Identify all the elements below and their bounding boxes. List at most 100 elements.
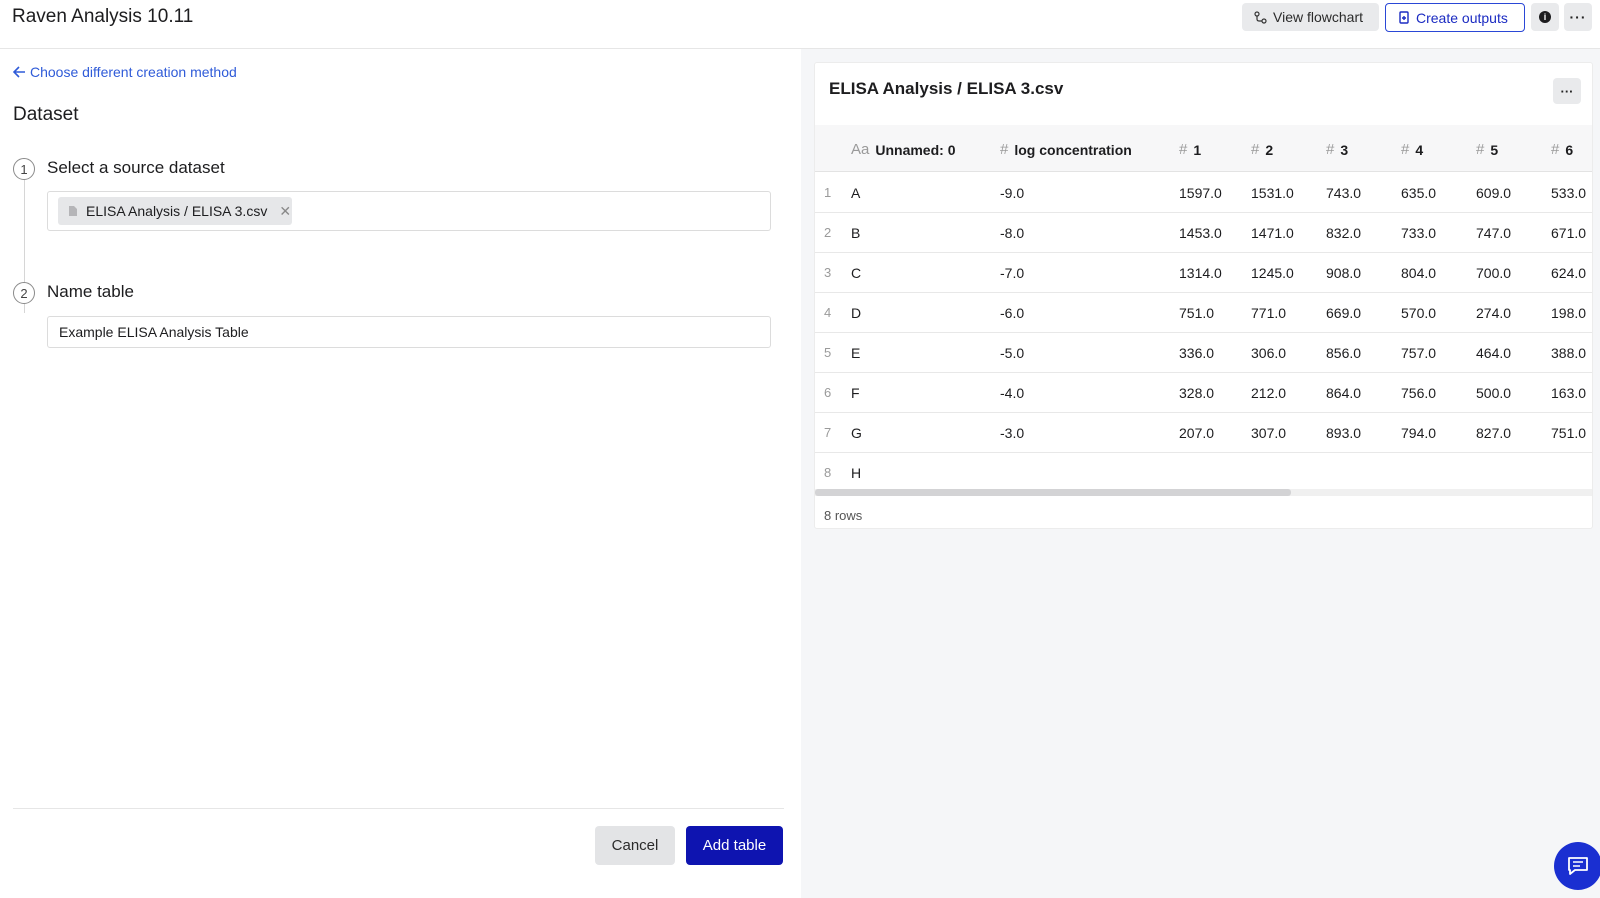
- table-cell: 163.0: [1551, 385, 1587, 401]
- back-link-label: Choose different creation method: [30, 64, 237, 80]
- create-outputs-button[interactable]: Create outputs: [1385, 3, 1525, 32]
- table-cell: 893.0: [1326, 425, 1362, 441]
- row-number: 8: [824, 465, 832, 480]
- table-cell: 669.0: [1326, 305, 1362, 321]
- table-cell: B: [851, 225, 861, 241]
- view-flowchart-label: View flowchart: [1273, 9, 1364, 25]
- preview-more-button[interactable]: ···: [1553, 78, 1581, 104]
- source-dataset-select[interactable]: ELISA Analysis / ELISA 3.csv ✕: [47, 191, 771, 231]
- table-cell: 274.0: [1476, 305, 1512, 321]
- cancel-button[interactable]: Cancel: [595, 826, 675, 865]
- column-header[interactable]: #4: [1401, 141, 1423, 158]
- column-label: Unnamed: 0: [875, 141, 956, 158]
- chat-icon: [1568, 857, 1588, 875]
- row-number: 4: [824, 305, 832, 320]
- table-cell: 1314.0: [1179, 265, 1222, 281]
- number-type-icon: #: [1251, 141, 1260, 158]
- step-2-label: Name table: [47, 282, 134, 301]
- scrollbar-thumb[interactable]: [815, 489, 1291, 496]
- table-cell: 794.0: [1401, 425, 1437, 441]
- add-table-button[interactable]: Add table: [686, 826, 783, 865]
- table-cell: D: [851, 305, 862, 321]
- flowchart-icon: [1254, 10, 1267, 24]
- table-cell: 624.0: [1551, 265, 1587, 281]
- column-label: 4: [1415, 141, 1424, 158]
- info-icon: i: [1539, 11, 1551, 23]
- table-cell: 771.0: [1251, 305, 1287, 321]
- app-title: Raven Analysis 10.11: [12, 6, 194, 27]
- table-cell: 757.0: [1401, 345, 1437, 361]
- table-cell: 388.0: [1551, 345, 1587, 361]
- row-number: 3: [824, 265, 832, 280]
- column-label: 1: [1193, 141, 1202, 158]
- create-outputs-icon: [1399, 11, 1409, 24]
- column-label: 2: [1265, 141, 1274, 158]
- table-cell: H: [851, 465, 862, 481]
- choose-creation-method-link[interactable]: Choose different creation method: [13, 64, 237, 80]
- table-name-input[interactable]: Example ELISA Analysis Table: [47, 316, 771, 348]
- column-header[interactable]: # log concentration: [1000, 141, 1132, 158]
- preview-card: ELISA Analysis / ELISA 3.csv ··· Aa Unnam…: [814, 62, 1593, 529]
- table-header: Aa Unnamed: 0 # log concentration #1 #2 #3…: [815, 125, 1592, 172]
- row-number: 6: [824, 385, 832, 400]
- table-cell: 609.0: [1476, 185, 1512, 201]
- selected-dataset-label: ELISA Analysis / ELISA 3.csv: [86, 203, 268, 219]
- table-cell: 1531.0: [1251, 185, 1294, 201]
- top-bar: Raven Analysis 10.11 View flowchart Crea…: [0, 0, 1600, 49]
- column-header[interactable]: Aa Unnamed: 0: [851, 141, 955, 158]
- table-cell: -5.0: [1000, 345, 1025, 361]
- table-row: 5 E -5.0 336.0 306.0 856.0 757.0 464.0 388.0: [815, 333, 1592, 373]
- chat-button[interactable]: [1554, 842, 1600, 890]
- column-header[interactable]: #1: [1179, 141, 1201, 158]
- table-cell: -3.0: [1000, 425, 1025, 441]
- table-cell: F: [851, 385, 860, 401]
- column-label: 3: [1340, 141, 1349, 158]
- preview-title: ELISA Analysis / ELISA 3.csv: [829, 79, 1064, 98]
- more-options-button[interactable]: ···: [1564, 3, 1592, 31]
- column-header[interactable]: #2: [1251, 141, 1273, 158]
- table-cell: 864.0: [1326, 385, 1362, 401]
- column-label: 6: [1565, 141, 1574, 158]
- table-cell: 1597.0: [1179, 185, 1222, 201]
- number-type-icon: #: [1476, 141, 1485, 158]
- table-cell: 635.0: [1401, 185, 1437, 201]
- create-outputs-label: Create outputs: [1416, 9, 1508, 26]
- table-row: 6 F -4.0 328.0 212.0 864.0 756.0 500.0 163.0: [815, 373, 1592, 413]
- table-cell: C: [851, 265, 862, 281]
- table-cell: 804.0: [1401, 265, 1437, 281]
- table-cell: -4.0: [1000, 385, 1025, 401]
- table-cell: 306.0: [1251, 345, 1287, 361]
- table-cell: 908.0: [1326, 265, 1362, 281]
- table-cell: 336.0: [1179, 345, 1215, 361]
- column-header[interactable]: #6: [1551, 141, 1573, 158]
- table-cell: 533.0: [1551, 185, 1587, 201]
- step-2-number: 2: [13, 282, 35, 304]
- row-number: 5: [824, 345, 832, 360]
- table-cell: 751.0: [1551, 425, 1587, 441]
- column-header[interactable]: #3: [1326, 141, 1348, 158]
- selected-dataset-chip: ELISA Analysis / ELISA 3.csv ✕: [58, 197, 292, 225]
- table-cell: 1245.0: [1251, 265, 1294, 281]
- info-button[interactable]: i: [1531, 3, 1559, 31]
- table-cell: 743.0: [1326, 185, 1362, 201]
- table-cell: 328.0: [1179, 385, 1215, 401]
- view-flowchart-button[interactable]: View flowchart: [1242, 3, 1379, 31]
- table-cell: 1471.0: [1251, 225, 1294, 241]
- table-cell: 307.0: [1251, 425, 1287, 441]
- table-row: 8H: [815, 453, 1592, 493]
- table-row: 3 C -7.0 1314.0 1245.0 908.0 804.0 700.0 624.0: [815, 253, 1592, 293]
- section-title: Dataset: [13, 104, 79, 125]
- table-cell: E: [851, 345, 861, 361]
- number-type-icon: #: [1401, 141, 1410, 158]
- table-cell: 827.0: [1476, 425, 1512, 441]
- table-cell: 856.0: [1326, 345, 1362, 361]
- table-cell: 733.0: [1401, 225, 1437, 241]
- table-cell: 464.0: [1476, 345, 1512, 361]
- row-number: 1: [824, 185, 832, 200]
- footer-divider: [13, 808, 784, 809]
- table-row: 1 A -9.0 1597.0 1531.0 743.0 635.0 609.0 533.0: [815, 173, 1592, 213]
- column-header[interactable]: #5: [1476, 141, 1498, 158]
- row-number: 2: [824, 225, 832, 240]
- table-cell: 570.0: [1401, 305, 1437, 321]
- remove-dataset-icon[interactable]: ✕: [279, 203, 291, 220]
